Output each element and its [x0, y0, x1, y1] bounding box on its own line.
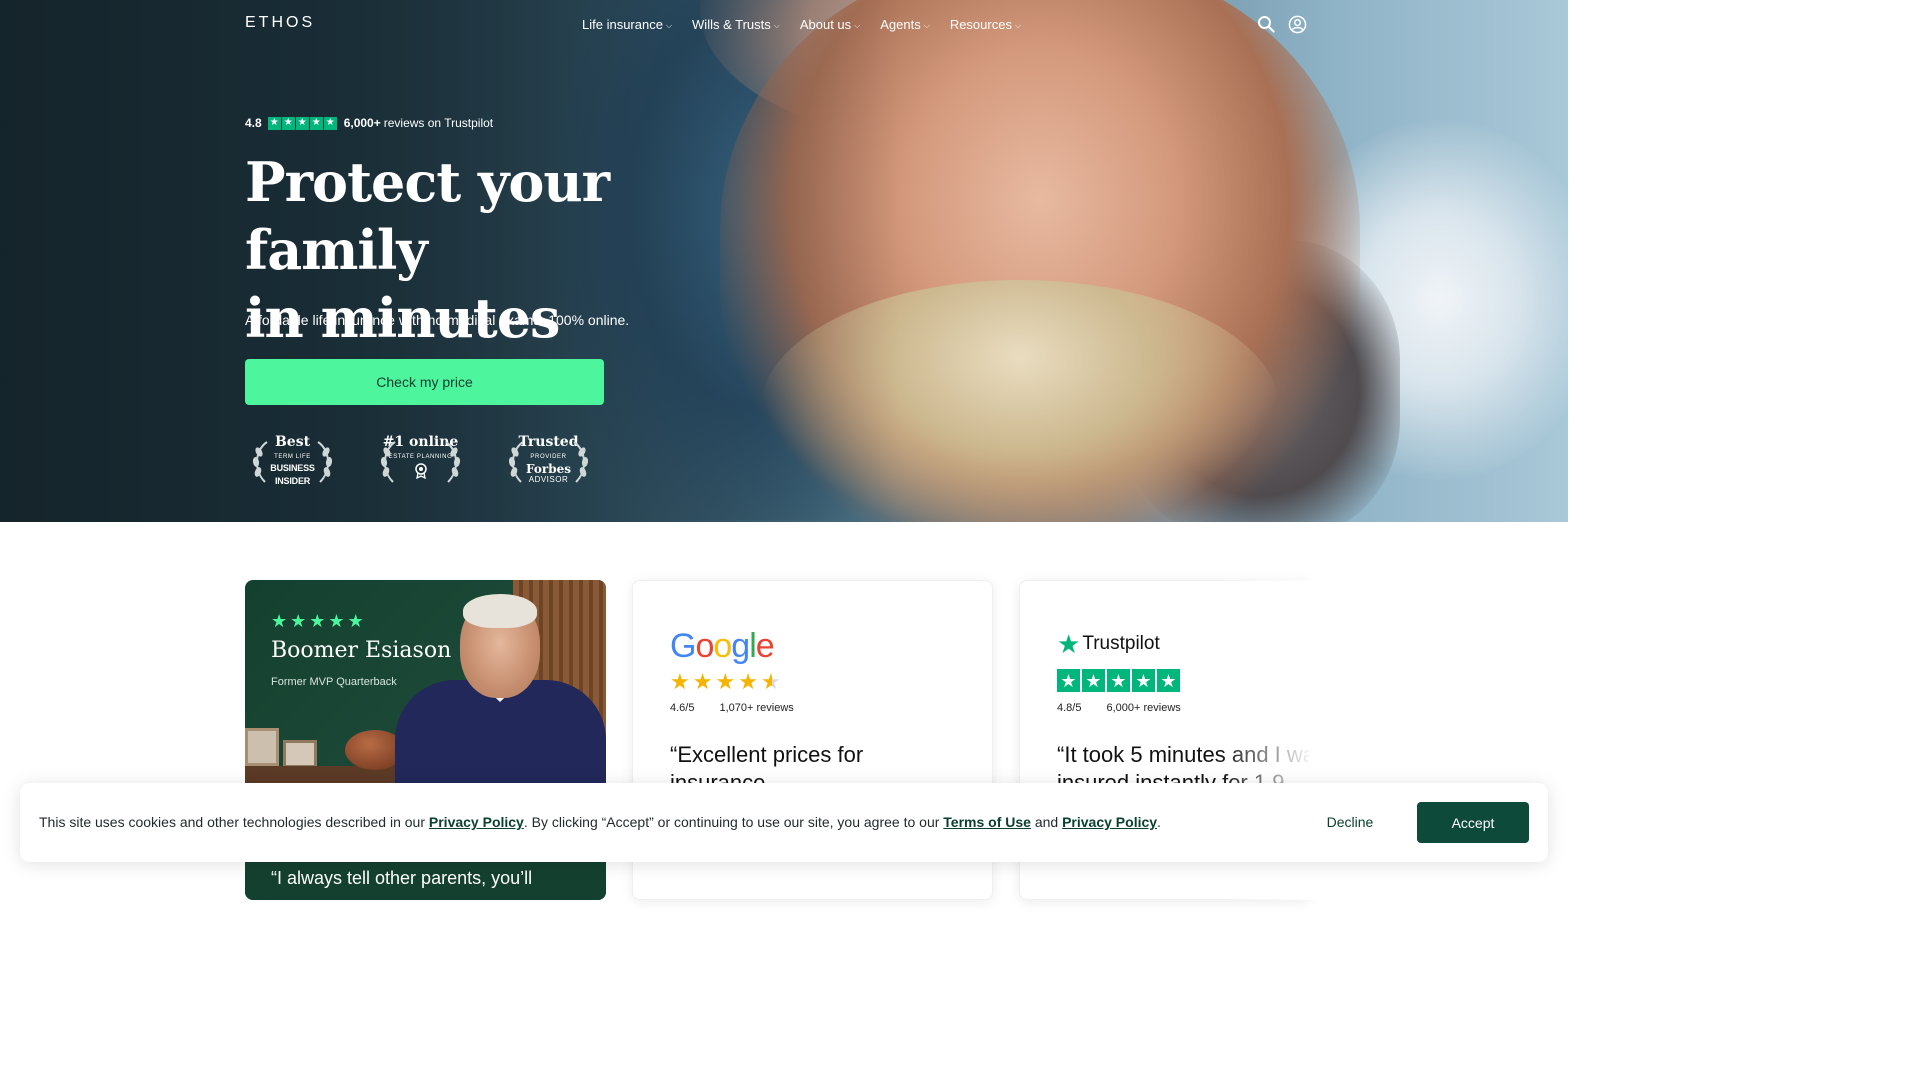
trustpilot-logo-text: Trustpilot [1082, 633, 1160, 654]
star-icon: ★ [271, 611, 288, 631]
privacy-policy-link[interactable]: Privacy Policy [429, 814, 524, 830]
photo-frame [283, 740, 317, 768]
hero-section: ETHOS Life insurance ⌵ Wills & Trusts ⌵ Ab… [0, 0, 1568, 522]
google-logo-letter: g [731, 627, 750, 665]
cookie-text-part: and [1030, 814, 1063, 830]
google-logo: Google [670, 627, 775, 666]
trustpilot-stars: ★ ★ ★ ★ ★ [1057, 669, 1180, 692]
headline-line-1: Protect your family [245, 150, 610, 282]
star-icon: ★ [1057, 669, 1080, 692]
trustpilot-logo: ★ Trustpilot [1057, 629, 1160, 659]
nav-resources[interactable]: Resources ⌵ [950, 17, 1021, 32]
testimonial-quote: “I always tell other parents, you’ll [271, 868, 533, 888]
chevron-down-icon: ⌵ [854, 20, 861, 30]
google-logo-letter: o [695, 627, 714, 665]
chevron-down-icon: ⌵ [1014, 20, 1022, 30]
trustpilot-rating: 4.8/5 [1057, 702, 1082, 714]
trustpilot-star-icon: ★ [1057, 629, 1081, 659]
laurel-right-icon [317, 441, 333, 483]
star-icon: ★ [328, 611, 345, 631]
nav-label: Agents [880, 17, 921, 32]
laurel-right-icon [573, 441, 589, 483]
rating-count: 6,000+ [343, 116, 381, 130]
trustpilot-review-count: 6,000+ reviews [1106, 702, 1181, 714]
laurel-left-icon [508, 441, 524, 483]
nav-about-us[interactable]: About us ⌵ [800, 17, 860, 32]
trustpilot-stars: ★ ★ ★ ★ ★ [267, 116, 337, 130]
nav-agents[interactable]: Agents ⌵ [880, 17, 930, 32]
star-icon: ★ [309, 116, 323, 130]
google-logo-letter: o [713, 627, 732, 665]
star-icon: ★ [1082, 669, 1105, 692]
star-icon: ★ [1107, 669, 1130, 692]
photo-frame [245, 728, 279, 766]
accept-button[interactable]: Accept [1417, 802, 1529, 843]
half-star-icon: ★ [760, 669, 781, 694]
rating-stars: ★ ★ ★ ★ ★ [271, 612, 364, 630]
star-icon: ★ [295, 116, 309, 130]
star-icon: ★ [347, 611, 364, 631]
testimonial-name: Boomer Esiason [271, 638, 452, 663]
check-my-price-button[interactable]: Check my price [245, 359, 604, 405]
trustpilot-rating[interactable]: 4.8 ★ ★ ★ ★ ★ 6,000+ reviews on Trustpil… [245, 116, 493, 130]
star-icon: ★ [692, 669, 713, 694]
nav-label: About us [799, 17, 852, 32]
awards-row: Best TERM LIFE BUSINESS INSIDER #1 onlin… [245, 432, 596, 502]
nav-label: Life insurance [582, 17, 663, 32]
star-icon: ★ [309, 611, 326, 631]
nav-label: Resources [949, 17, 1012, 32]
trustpilot-stats: 4.8/5 6,000+ reviews [1057, 702, 1181, 714]
person-hair [463, 594, 537, 628]
star-icon: ★ [290, 611, 307, 631]
star-icon: ★ [323, 116, 337, 130]
google-logo-letter: e [755, 627, 775, 665]
rating-score: 4.8 [245, 116, 262, 130]
star-icon: ★ [1157, 669, 1180, 692]
search-icon[interactable] [1257, 15, 1275, 33]
terms-of-use-link[interactable]: Terms of Use [943, 814, 1031, 830]
hero-subhead: Affordable life insurance with no medica… [245, 312, 630, 328]
award-estate-planning: #1 online ESTATE PLANNING [373, 432, 468, 502]
google-review-count: 1,070+ reviews [719, 702, 794, 714]
main-nav: Life insurance ⌵ Wills & Trusts ⌵ About us… [582, 17, 1041, 32]
star-icon: ★ [267, 116, 281, 130]
chevron-down-icon: ⌵ [923, 20, 930, 30]
star-icon: ★ [738, 669, 758, 694]
laurel-right-icon [445, 441, 461, 483]
google-stars: ★ ★ ★ ★ ★ [670, 671, 781, 693]
ribbon-badge-icon [414, 463, 427, 480]
cookie-banner: This site uses cookies and other technol… [20, 783, 1548, 862]
star-icon: ★ [281, 116, 295, 130]
rating-suffix: reviews on Trustpilot [383, 116, 494, 130]
chevron-down-icon: ⌵ [665, 20, 673, 30]
cookie-text-part: . [1157, 814, 1161, 830]
nav-label: Wills & Trusts [692, 17, 771, 32]
star-icon: ★ [1132, 669, 1155, 692]
cookie-text: This site uses cookies and other technol… [39, 814, 1161, 830]
ethos-logo[interactable]: ETHOS [245, 14, 315, 32]
award-business-insider: Best TERM LIFE BUSINESS INSIDER [245, 432, 340, 502]
chevron-down-icon: ⌵ [773, 20, 780, 30]
star-icon: ★ [670, 669, 690, 694]
decline-button[interactable]: Decline [1310, 802, 1390, 842]
star-icon: ★ [715, 669, 736, 694]
nav-wills-trusts[interactable]: Wills & Trusts ⌵ [692, 17, 780, 32]
laurel-left-icon [252, 441, 268, 483]
award-forbes-advisor: Trusted PROVIDER Forbes ADVISOR [501, 432, 596, 502]
google-rating: 4.6/5 [670, 702, 695, 714]
google-stats: 4.6/5 1,070+ reviews [670, 702, 794, 714]
laurel-left-icon [380, 441, 396, 483]
account-icon[interactable] [1288, 15, 1307, 34]
google-logo-letter: G [670, 627, 696, 665]
testimonial-role: Former MVP Quarterback [271, 676, 397, 688]
cookie-text-part: This site uses cookies and other technol… [39, 814, 429, 830]
privacy-policy-link-2[interactable]: Privacy Policy [1062, 814, 1157, 830]
cookie-text-part: . By clicking “Accept” or continuing to … [523, 814, 944, 830]
nav-life-insurance[interactable]: Life insurance ⌵ [582, 17, 672, 32]
